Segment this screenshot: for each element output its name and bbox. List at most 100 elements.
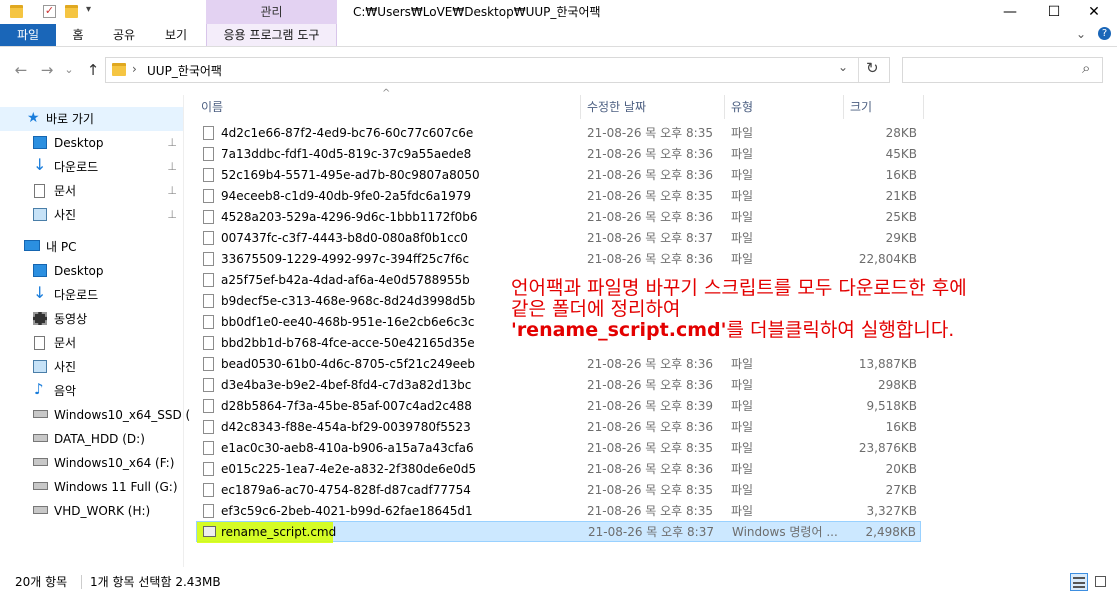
- close-button[interactable]: ✕: [1071, 0, 1117, 24]
- pin-icon[interactable]: ⊥: [167, 131, 177, 155]
- address-bar[interactable]: [105, 57, 890, 83]
- file-row[interactable]: 94eceeb8-c1d9-40db-9fe0-2a5fdc6a1979 21-0…: [196, 186, 921, 207]
- properties-icon[interactable]: ✓: [43, 5, 56, 18]
- sidebar-item-label: 음악: [54, 384, 77, 398]
- sidebar-item-downloads[interactable]: ↓ 다운로드 ⊥: [0, 155, 183, 179]
- sidebar-item-pc-documents[interactable]: 문서: [0, 331, 183, 355]
- address-dropdown-icon[interactable]: ⌄: [838, 60, 848, 74]
- file-row[interactable]: e015c225-1ea7-4e2e-a832-2f380de6e0d5 21-0…: [196, 459, 921, 480]
- sidebar-item-drive-d[interactable]: DATA_HDD (D:): [0, 427, 183, 451]
- file-type: 파일: [731, 462, 754, 476]
- sidebar-item-music[interactable]: ♪ 음악: [0, 379, 183, 403]
- manage-tab[interactable]: 관리: [206, 0, 337, 24]
- file-row[interactable]: ef3c59c6-2beb-4021-b99d-62fae18645d1 21-0…: [196, 501, 921, 522]
- file-row[interactable]: 4d2c1e66-87f2-4ed9-bc76-60c77c607c6e 21-0…: [196, 123, 921, 144]
- column-header-type[interactable]: 유형: [731, 95, 841, 119]
- column-header-name[interactable]: 이름: [201, 95, 579, 119]
- file-row[interactable]: 7a13ddbc-fdf1-40d5-819c-37c9a55aede8 21-0…: [196, 144, 921, 165]
- details-view-icon[interactable]: [1070, 573, 1088, 591]
- file-name: b9decf5e-c313-468e-968c-8d24d3998d5b: [221, 294, 476, 308]
- breadcrumb[interactable]: UUP_한국어팩: [147, 62, 222, 79]
- file-date: 21-08-26 목 오후 8:36: [587, 420, 713, 434]
- column-divider[interactable]: [843, 95, 844, 119]
- pin-icon[interactable]: ⊥: [167, 155, 177, 179]
- file-row[interactable]: 4528a203-529a-4296-9d6c-1bbb1172f0b6 21-0…: [196, 207, 921, 228]
- folder-icon: [10, 5, 23, 18]
- file-name: e1ac0c30-aeb8-410a-b906-a15a7a43cfa6: [221, 441, 474, 455]
- help-icon[interactable]: ?: [1098, 27, 1111, 40]
- annotation-filename: 'rename_script.cmd': [511, 319, 727, 341]
- search-input[interactable]: [902, 57, 1103, 83]
- folder-icon: [112, 63, 126, 76]
- pin-icon[interactable]: ⊥: [167, 179, 177, 203]
- file-row[interactable]: e1ac0c30-aeb8-410a-b906-a15a7a43cfa6 21-0…: [196, 438, 921, 459]
- column-header-size[interactable]: 크기: [850, 95, 920, 119]
- sidebar-item-drive-g[interactable]: Windows 11 Full (G:): [0, 475, 183, 499]
- file-name: d42c8343-f88e-454a-bf29-0039780f5523: [221, 420, 471, 434]
- large-icons-view-icon[interactable]: [1092, 573, 1110, 591]
- file-type: 파일: [731, 168, 754, 182]
- sidebar-item-label: 문서: [54, 184, 77, 198]
- column-divider[interactable]: [580, 95, 581, 119]
- file-row[interactable]: d42c8343-f88e-454a-bf29-0039780f5523 21-0…: [196, 417, 921, 438]
- tab-application-tools[interactable]: 응용 프로그램 도구: [206, 24, 337, 46]
- file-row[interactable]: ec1879a6-ac70-4754-828f-d87cadf77754 21-0…: [196, 480, 921, 501]
- refresh-button[interactable]: ↻: [866, 59, 879, 77]
- file-name: 4d2c1e66-87f2-4ed9-bc76-60c77c607c6e: [221, 126, 474, 140]
- sidebar-item-drive-c[interactable]: Windows10_x64_SSD (: [0, 403, 190, 427]
- sidebar-item-desktop[interactable]: Desktop ⊥: [0, 131, 183, 155]
- sidebar-item-pictures[interactable]: 사진 ⊥: [0, 203, 183, 227]
- sidebar-item-pc-desktop[interactable]: Desktop: [0, 259, 183, 283]
- tab-home[interactable]: 홈: [62, 24, 94, 46]
- file-row[interactable]: 52c169b4-5571-495e-ad7b-80c9807a8050 21-0…: [196, 165, 921, 186]
- file-name: 7a13ddbc-fdf1-40d5-819c-37c9a55aede8: [221, 147, 472, 161]
- search-icon: ⌕: [1082, 59, 1091, 77]
- file-size: 2,498KB: [865, 525, 916, 539]
- recent-locations-dropdown[interactable]: ⌄: [62, 58, 76, 82]
- file-row[interactable]: 007437fc-c3f7-4443-b8d0-080a8f0b1cc0 21-0…: [196, 228, 921, 249]
- sidebar-item-quick-access[interactable]: ★ 바로 가기: [0, 107, 183, 131]
- quick-access-dropdown-icon[interactable]: ▾: [86, 4, 91, 15]
- file-icon: [203, 126, 214, 140]
- column-header-date[interactable]: 수정한 날짜: [587, 95, 721, 119]
- file-name: 33675509-1229-4992-997c-394ff25c7f6c: [221, 252, 470, 266]
- file-date: 21-08-26 목 오후 8:36: [587, 252, 713, 266]
- address-divider: [858, 58, 859, 82]
- sidebar-item-videos[interactable]: 동영상: [0, 307, 183, 331]
- file-name-selected[interactable]: rename_script.cmd: [221, 522, 336, 543]
- back-button[interactable]: ←: [10, 58, 32, 82]
- sidebar-item-pc-downloads[interactable]: ↓ 다운로드: [0, 283, 183, 307]
- file-size: 25KB: [885, 210, 917, 224]
- picture-icon: [33, 360, 47, 373]
- sidebar-item-drive-h[interactable]: VHD_WORK (H:): [0, 499, 183, 523]
- tab-file[interactable]: 파일: [0, 24, 56, 46]
- drive-icon: [33, 410, 48, 418]
- file-row[interactable]: bead0530-61b0-4d6c-8705-c5f21c249eeb 21-0…: [196, 354, 921, 375]
- file-row[interactable]: d3e4ba3e-b9e2-4bef-8fd4-c7d3a82d13bc 21-0…: [196, 375, 921, 396]
- file-icon: [203, 504, 214, 518]
- file-row[interactable]: d28b5864-7f3a-45be-85af-007c4ad2c488 21-0…: [196, 396, 921, 417]
- file-icon: [203, 294, 214, 308]
- drive-icon: [33, 482, 48, 490]
- sidebar-item-pc-pictures[interactable]: 사진: [0, 355, 183, 379]
- sidebar-item-drive-f[interactable]: Windows10_x64 (F:): [0, 451, 183, 475]
- column-divider[interactable]: [923, 95, 924, 119]
- forward-button[interactable]: →: [36, 58, 58, 82]
- up-button[interactable]: ↑: [82, 58, 104, 82]
- sidebar-item-this-pc[interactable]: 내 PC: [0, 235, 183, 259]
- pin-icon[interactable]: ⊥: [167, 203, 177, 227]
- file-date: 21-08-26 목 오후 8:36: [587, 168, 713, 182]
- sidebar-item-documents[interactable]: 문서 ⊥: [0, 179, 183, 203]
- tab-view[interactable]: 보기: [156, 24, 196, 46]
- ribbon-expand-icon[interactable]: ⌄: [1076, 27, 1086, 41]
- minimize-button[interactable]: —: [987, 0, 1033, 24]
- file-date: 21-08-26 목 오후 8:36: [587, 462, 713, 476]
- new-folder-icon[interactable]: [65, 5, 78, 18]
- file-icon: [203, 462, 214, 476]
- tab-share[interactable]: 공유: [104, 24, 144, 46]
- column-divider[interactable]: [724, 95, 725, 119]
- file-name: ef3c59c6-2beb-4021-b99d-62fae18645d1: [221, 504, 473, 518]
- file-date: 21-08-26 목 오후 8:36: [587, 378, 713, 392]
- file-row[interactable]: 33675509-1229-4992-997c-394ff25c7f6c 21-0…: [196, 249, 921, 270]
- annotation-line-2: 같은 폴더에 정리하여: [511, 298, 681, 320]
